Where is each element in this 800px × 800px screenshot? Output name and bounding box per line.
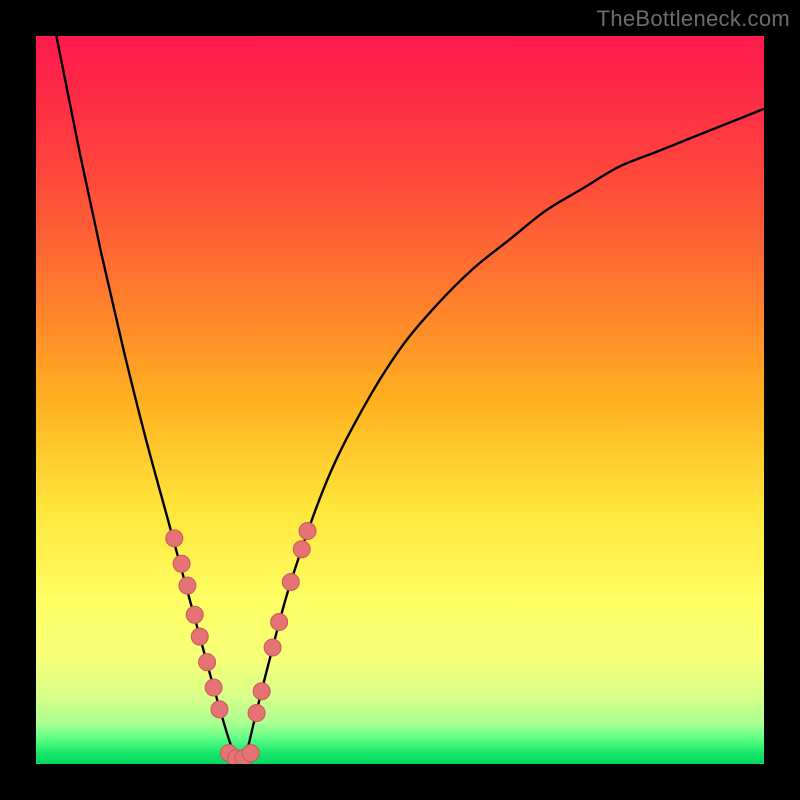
data-dot	[166, 530, 183, 547]
plot-area	[36, 36, 764, 764]
data-dot	[173, 555, 190, 572]
data-dot	[264, 639, 281, 656]
data-dot	[299, 523, 316, 540]
data-dot	[191, 628, 208, 645]
data-dot	[242, 745, 259, 762]
data-dot	[253, 683, 270, 700]
data-dot	[205, 679, 222, 696]
data-dot	[186, 606, 203, 623]
data-dot	[248, 705, 265, 722]
data-dots	[166, 523, 316, 764]
data-dot	[199, 654, 216, 671]
data-dot	[211, 701, 228, 718]
bottleneck-curve	[36, 36, 764, 760]
curve-layer	[36, 36, 764, 764]
data-dot	[179, 577, 196, 594]
data-dot	[293, 541, 310, 558]
data-dot	[282, 574, 299, 591]
watermark-text: TheBottleneck.com	[597, 6, 790, 32]
data-dot	[271, 614, 288, 631]
chart-stage: TheBottleneck.com	[0, 0, 800, 800]
